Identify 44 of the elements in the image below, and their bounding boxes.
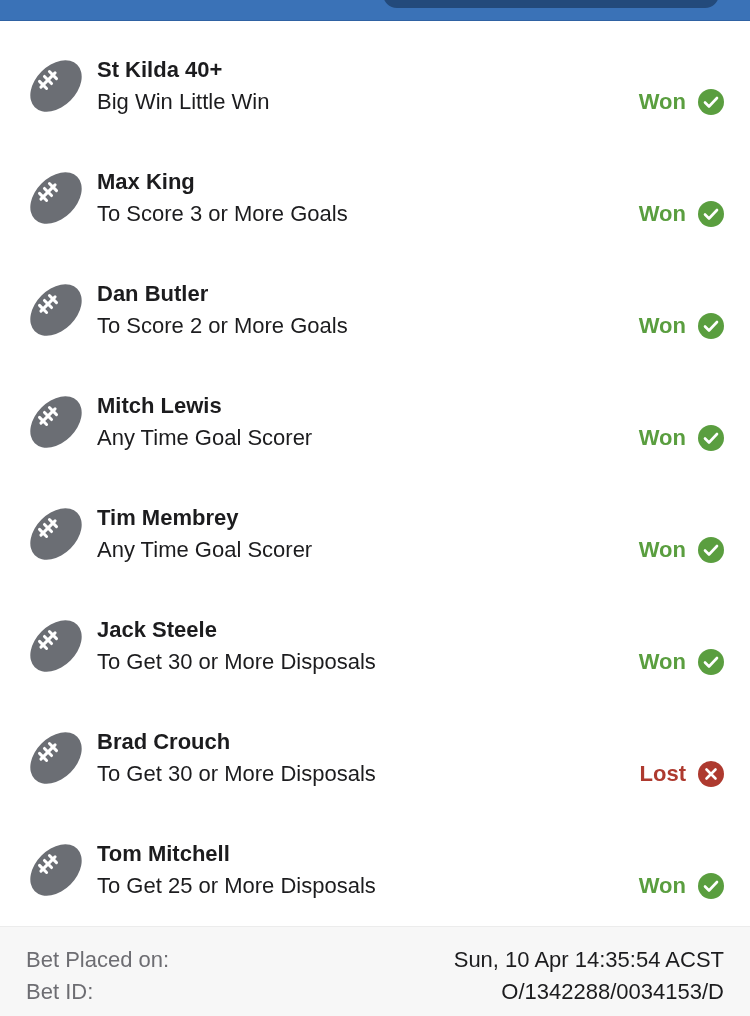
check-circle-icon [698,313,724,339]
market-name: To Get 25 or More Disposals [97,872,376,900]
check-circle-icon [698,649,724,675]
selection-name: Mitch Lewis [97,392,222,420]
selection-name: Tim Membrey [97,504,239,532]
check-circle-icon [698,425,724,451]
result-label: Won [638,89,686,115]
check-circle-icon [698,537,724,563]
market-name: To Score 2 or More Goals [97,312,348,340]
detail-value: O/1342288/0034153/D [501,979,724,1005]
football-icon [28,394,84,450]
result-label: Won [638,425,686,451]
result-label: Won [638,649,686,675]
football-icon [28,58,84,114]
selection-name: St Kilda 40+ [97,56,223,84]
detail-value: Sun, 10 Apr 14:35:54 ACST [453,947,724,973]
football-icon [28,842,84,898]
selection-name: Max King [97,168,195,196]
football-icon [28,170,84,226]
result-label: Lost [639,761,686,787]
result-label: Won [638,873,686,899]
selection-name: Dan Butler [97,280,209,308]
detail-label: Bet ID: [26,979,94,1005]
market-name: To Get 30 or More Disposals [97,648,376,676]
result-label: Won [638,201,686,227]
market-name: Any Time Goal Scorer [97,536,313,564]
market-name: Big Win Little Win [97,88,270,116]
football-icon [28,730,84,786]
check-circle-icon [698,873,724,899]
result-label: Won [638,313,686,339]
football-icon [28,506,84,562]
check-circle-icon [698,201,724,227]
check-circle-icon [698,89,724,115]
football-icon [28,282,84,338]
result-label: Won [638,537,686,563]
market-name: To Get 30 or More Disposals [97,760,376,788]
detail-label: Bet Placed on: [26,947,170,973]
selection-name: Brad Crouch [97,728,231,756]
market-name: Any Time Goal Scorer [97,424,313,452]
cross-circle-icon [698,761,724,787]
selection-name: Tom Mitchell [97,840,230,868]
market-name: To Score 3 or More Goals [97,200,348,228]
selection-name: Jack Steele [97,616,217,644]
football-icon [28,618,84,674]
